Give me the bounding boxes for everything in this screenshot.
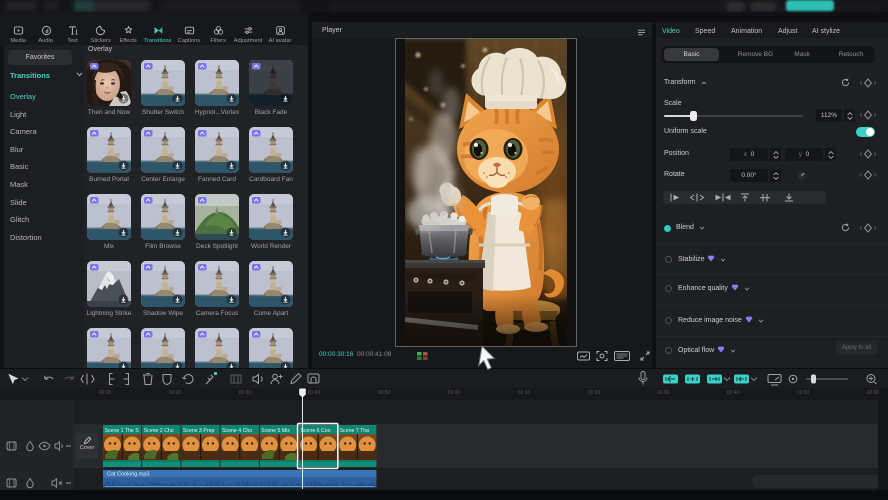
svg-text:Scene 4 Cho: Scene 4 Cho xyxy=(222,428,252,434)
svg-text:Scene 7 Tha: Scene 7 Tha xyxy=(340,428,369,434)
svg-text:Scene 3 Prep: Scene 3 Prep xyxy=(183,428,215,434)
svg-text:Scene 1 The S: Scene 1 The S xyxy=(105,428,140,434)
svg-text:Scene 5 Mix: Scene 5 Mix xyxy=(261,428,290,434)
svg-text:Scene 6 Coo: Scene 6 Coo xyxy=(301,428,331,434)
svg-text:Scene 2 Cho: Scene 2 Cho xyxy=(144,428,174,434)
svg-text:Cat Cooking.mp3: Cat Cooking.mp3 xyxy=(107,472,150,478)
